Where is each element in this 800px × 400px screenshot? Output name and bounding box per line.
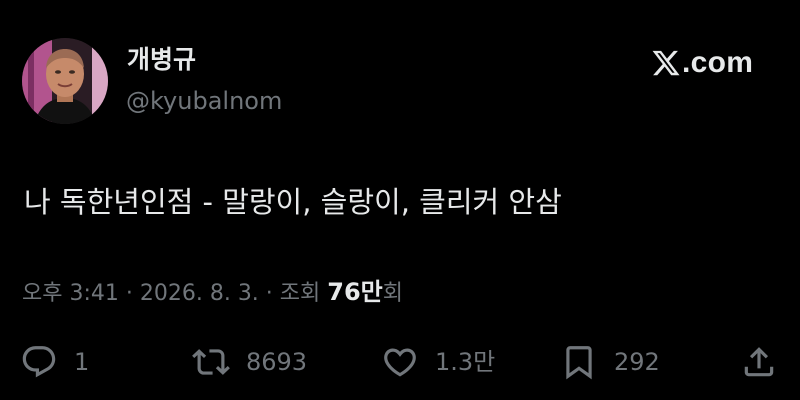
heart-icon [384,348,416,377]
bookmark-icon [566,346,592,380]
bookmark-button[interactable]: 292 [560,343,660,381]
share-button[interactable] [740,343,778,381]
like-button[interactable]: 1.3만 [381,343,495,381]
reply-button[interactable]: 1 [20,343,89,381]
x-brand: .com [651,46,753,80]
bookmark-count: 292 [614,348,660,376]
repost-count: 8693 [246,348,308,376]
domain-text: .com [682,46,754,79]
tweet-meta: 오후 3:41 · 2026. 8. 3. · 조회 76만회 [22,275,403,311]
repost-icon [192,349,230,375]
avatar[interactable] [22,38,108,124]
x-logo-icon [652,50,680,76]
like-count: 1.3만 [435,348,496,376]
tweet-text: 나 독한년인점 - 말랑이, 슬랑이, 클리커 안삼 [24,185,562,219]
avatar-photo [22,38,108,124]
timestamp[interactable]: 오후 3:41 · 2026. 8. 3. · 조회 [22,281,327,306]
display-name[interactable]: 개병규 [127,44,196,76]
reply-icon [22,346,56,378]
view-count: 76만 [327,278,383,306]
user-handle[interactable]: @kyubalnom [126,86,282,116]
share-icon [744,347,774,377]
reply-count: 1 [74,348,90,376]
repost-button[interactable]: 8693 [192,343,307,381]
view-count-suffix: 회 [382,281,403,306]
